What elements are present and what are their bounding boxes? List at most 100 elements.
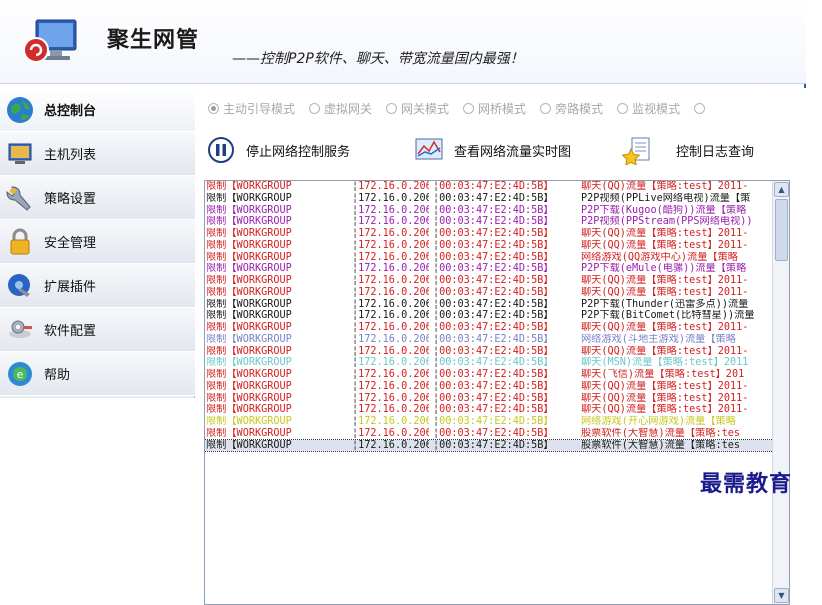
scroll-down-button[interactable]: ▼	[774, 588, 789, 603]
log-row[interactable]: 限制【WORKGROUP ¦172.16.0.206 ¦00:03:47:E2:4D…	[205, 263, 773, 275]
log-scrollbar[interactable]: ▲ ▼	[772, 181, 789, 604]
scroll-thumb[interactable]	[775, 199, 788, 261]
log-row[interactable]: 限制【WORKGROUP ¦172.16.0.206 ¦00:03:47:E2:4D…	[205, 205, 773, 217]
log-mac: ¦00:03:47:E2:4D:5B】	[433, 299, 578, 311]
radio-button[interactable]	[309, 102, 321, 114]
log-row[interactable]: 限制【WORKGROUP ¦172.16.0.206 ¦00:03:47:E2:4D…	[205, 299, 773, 311]
log-mac-value: 00:03:47:E2:4D:5B】	[439, 322, 554, 333]
sidebar-item-label: 安全管理	[44, 236, 97, 251]
sidebar: 总控制台 主机列表 策略设置 安全管理 扩展插件 软件配置 e 帮助	[0, 88, 195, 513]
log-ip: ¦172.16.0.206	[352, 228, 429, 240]
header-banner: 聚生网管 ——控制P2P软件、聊天、带宽流量国内最强！	[0, 0, 806, 84]
log-ip: ¦172.16.0.206	[352, 369, 429, 381]
log-mac: ¦00:03:47:E2:4D:5B】	[433, 310, 578, 322]
log-message: 聊天(QQ)流量【策略:test】2011-	[581, 239, 749, 251]
log-row[interactable]: 限制【WORKGROUP ¦172.16.0.206 ¦00:03:47:E2:4D…	[205, 369, 773, 381]
log-action: 限制【WORKGROUP	[206, 192, 292, 204]
log-ip-value: 172.16.0.206	[358, 216, 429, 228]
scroll-up-button[interactable]: ▲	[774, 182, 789, 197]
help-icon: e	[4, 358, 36, 390]
log-mac: ¦00:03:47:E2:4D:5B】	[433, 240, 578, 252]
mode-radio-group: 主动引导模式 虚拟网关 网关模式 网桥模式 旁路模式 监视模式	[208, 98, 806, 118]
log-row[interactable]: 限制【WORKGROUP ¦172.16.0.206 ¦00:03:47:E2:4D…	[205, 310, 773, 322]
log-mac: ¦00:03:47:E2:4D:5B】	[433, 252, 578, 264]
mode-radio-gateway[interactable]: 网关模式	[386, 100, 449, 117]
log-message: P2P下载(Thunder(迅雷多点))流量	[581, 298, 749, 310]
radio-button[interactable]	[617, 102, 629, 114]
log-message: P2P视频(PPLive网络电视)流量【策	[581, 192, 751, 204]
log-ip: ¦172.16.0.206	[352, 381, 429, 393]
log-mac: ¦00:03:47:E2:4D:5B】	[433, 216, 578, 228]
radio-button[interactable]	[386, 102, 398, 114]
log-mac: ¦00:03:47:E2:4D:5B】	[433, 440, 578, 452]
log-message: 网络游戏(开心网游戏)流量【策略	[581, 416, 736, 427]
radio-button[interactable]	[208, 102, 219, 114]
log-row[interactable]: 限制【WORKGROUP ¦172.16.0.206 ¦00:03:47:E2:4D…	[205, 228, 773, 240]
mode-radio-bridge[interactable]: 网桥模式	[463, 100, 526, 117]
log-row[interactable]: 限制【WORKGROUP ¦172.16.0.206 ¦00:03:47:E2:4D…	[205, 438, 774, 453]
log-mac-value: 00:03:47:E2:4D:5B】	[439, 439, 554, 451]
log-query-button[interactable]: 控制日志查询	[622, 134, 754, 166]
log-row[interactable]: 限制【WORKGROUP ¦172.16.0.206 ¦00:03:47:E2:4D…	[205, 193, 773, 205]
log-query-label: 控制日志查询	[676, 144, 755, 160]
sidebar-item-help[interactable]: e 帮助	[0, 352, 195, 396]
log-ip-value: 172.16.0.206	[358, 204, 429, 216]
log-row[interactable]: 限制【WORKGROUP ¦172.16.0.206 ¦00:03:47:E2:4D…	[205, 357, 773, 369]
mode-label: 旁路模式	[555, 101, 604, 116]
log-row[interactable]: 限制【WORKGROUP ¦172.16.0.206 ¦00:03:47:E2:4D…	[205, 416, 773, 428]
log-row[interactable]: 限制【WORKGROUP ¦172.16.0.206 ¦00:03:47:E2:4D…	[205, 181, 773, 193]
mode-radio-monitor[interactable]: 监视模式	[617, 100, 680, 117]
log-row[interactable]: 限制【WORKGROUP ¦172.16.0.206 ¦00:03:47:E2:4D…	[205, 275, 773, 287]
log-action: 限制【WORKGROUP	[206, 239, 292, 251]
log-mac: ¦00:03:47:E2:4D:5B】	[433, 357, 578, 369]
sidebar-item-host-list[interactable]: 主机列表	[0, 132, 195, 176]
log-rows: 限制【WORKGROUP ¦172.16.0.206 ¦00:03:47:E2:4D…	[205, 181, 774, 453]
log-row[interactable]: 限制【WORKGROUP ¦172.16.0.206 ¦00:03:47:E2:4D…	[205, 428, 773, 440]
radio-button[interactable]	[540, 102, 552, 114]
sidebar-item-plugins[interactable]: 扩展插件	[0, 264, 195, 308]
wrench-icon	[4, 182, 36, 214]
log-ip-value: 172.16.0.206	[358, 392, 429, 404]
radio-button-overflow[interactable]	[694, 102, 706, 114]
log-action: 限制【WORKGROUP	[206, 427, 292, 439]
log-ip: ¦172.16.0.206	[352, 205, 429, 217]
mode-label: 监视模式	[632, 101, 681, 116]
log-mac-value: 00:03:47:E2:4D:5B】	[439, 286, 554, 298]
log-row[interactable]: 限制【WORKGROUP ¦172.16.0.206 ¦00:03:47:E2:4D…	[205, 404, 773, 416]
sidebar-item-console[interactable]: 总控制台	[0, 88, 195, 132]
log-ip-value: 172.16.0.206	[358, 322, 429, 333]
log-row[interactable]: 限制【WORKGROUP ¦172.16.0.206 ¦00:03:47:E2:4D…	[205, 216, 773, 228]
sidebar-item-security[interactable]: 安全管理	[0, 220, 195, 264]
app-title: 聚生网管	[107, 28, 200, 53]
log-row[interactable]: 限制【WORKGROUP ¦172.16.0.206 ¦00:03:47:E2:4D…	[205, 334, 773, 346]
log-mac: ¦00:03:47:E2:4D:5B】	[433, 416, 578, 428]
log-row[interactable]: 限制【WORKGROUP ¦172.16.0.206 ¦00:03:47:E2:4D…	[205, 346, 773, 358]
log-action: 限制【WORKGROUP	[206, 322, 292, 333]
log-action: 限制【WORKGROUP	[206, 345, 292, 357]
log-ip-value: 172.16.0.206	[358, 333, 429, 345]
log-row[interactable]: 限制【WORKGROUP ¦172.16.0.206 ¦00:03:47:E2:4D…	[205, 393, 773, 405]
log-mac-value: 00:03:47:E2:4D:5B】	[439, 263, 554, 275]
log-ip-value: 172.16.0.206	[358, 251, 429, 263]
control-log-list[interactable]: 限制【WORKGROUP ¦172.16.0.206 ¦00:03:47:E2:4D…	[204, 180, 790, 605]
log-row[interactable]: 限制【WORKGROUP ¦172.16.0.206 ¦00:03:47:E2:4D…	[205, 240, 773, 252]
log-mac-value: 00:03:47:E2:4D:5B】	[439, 275, 554, 286]
log-action: 限制【WORKGROUP	[206, 181, 292, 192]
mode-radio-virtual-gateway[interactable]: 虚拟网关	[309, 100, 372, 117]
sidebar-item-policy[interactable]: 策略设置	[0, 176, 195, 220]
log-row[interactable]: 限制【WORKGROUP ¦172.16.0.206 ¦00:03:47:E2:4D…	[205, 381, 773, 393]
log-row[interactable]: 限制【WORKGROUP ¦172.16.0.206 ¦00:03:47:E2:4D…	[205, 252, 773, 264]
mode-radio-bypass[interactable]: 旁路模式	[540, 100, 603, 117]
action-toolbar: 停止网络控制服务 查看网络流量实时图 控制日志查询	[196, 130, 806, 170]
log-row[interactable]: 限制【WORKGROUP ¦172.16.0.206 ¦00:03:47:E2:4D…	[205, 287, 773, 299]
log-row[interactable]: 限制【WORKGROUP ¦172.16.0.206 ¦00:03:47:E2:4D…	[205, 322, 773, 334]
sidebar-item-software-config[interactable]: 软件配置	[0, 308, 195, 352]
radio-button[interactable]	[463, 102, 475, 114]
lock-icon	[4, 226, 36, 258]
log-message: 聊天(QQ)流量【策略:test】2011-	[581, 228, 749, 239]
chart-icon	[414, 135, 444, 165]
mode-radio-active-redirect[interactable]: 主动引导模式	[208, 100, 295, 117]
log-message: 聊天(MSN)流量【策略:test】2011	[581, 357, 749, 369]
stop-service-button[interactable]: 停止网络控制服务	[206, 134, 350, 166]
traffic-chart-button[interactable]: 查看网络流量实时图	[414, 134, 571, 166]
